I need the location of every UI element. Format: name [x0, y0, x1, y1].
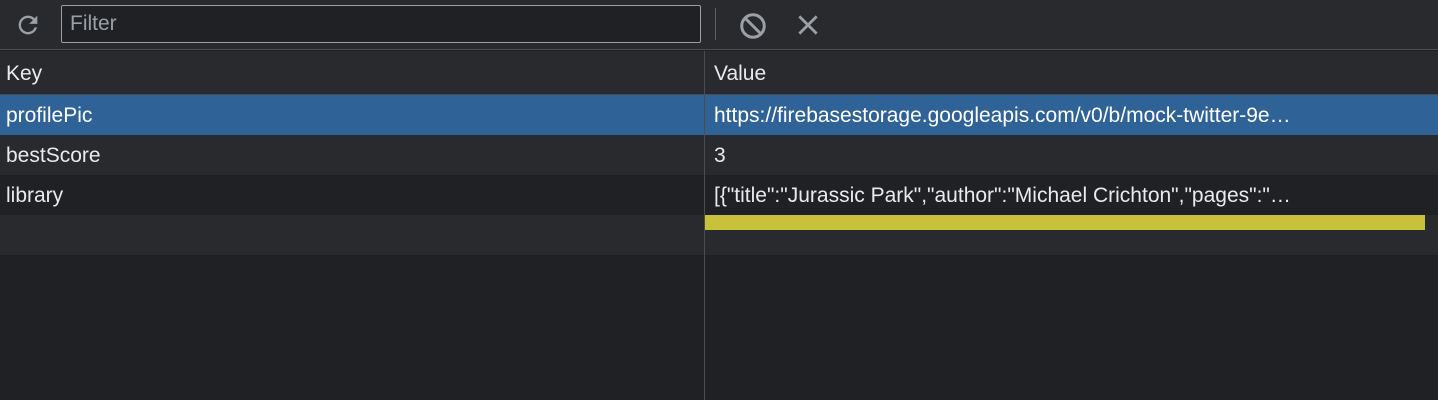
storage-panel: Key Value profilePic https://firebasesto…	[0, 0, 1438, 400]
column-header-value[interactable]: Value	[714, 51, 766, 95]
refresh-icon[interactable]	[12, 9, 44, 41]
row-key[interactable]: library	[6, 175, 696, 215]
column-divider[interactable]	[704, 51, 705, 400]
row-key[interactable]: bestScore	[6, 135, 696, 175]
close-icon[interactable]	[792, 9, 824, 41]
row-value[interactable]: 3	[714, 135, 1396, 175]
table-row[interactable]: library [{"title":"Jurassic Park","autho…	[0, 175, 1438, 215]
highlight-bar	[705, 215, 1425, 230]
table-header: Key Value	[0, 51, 1438, 95]
row-value[interactable]: https://firebasestorage.googleapis.com/v…	[714, 95, 1396, 135]
row-key[interactable]: profilePic	[6, 95, 696, 135]
column-header-key[interactable]: Key	[6, 51, 42, 95]
toolbar-separator	[715, 8, 716, 40]
toolbar	[0, 0, 1438, 50]
block-icon[interactable]	[736, 9, 770, 43]
storage-table: Key Value profilePic https://firebasesto…	[0, 51, 1438, 400]
filter-input[interactable]	[61, 5, 701, 43]
table-row[interactable]: profilePic https://firebasestorage.googl…	[0, 95, 1438, 135]
row-value[interactable]: [{"title":"Jurassic Park","author":"Mich…	[714, 175, 1396, 215]
table-row[interactable]: bestScore 3	[0, 135, 1438, 175]
